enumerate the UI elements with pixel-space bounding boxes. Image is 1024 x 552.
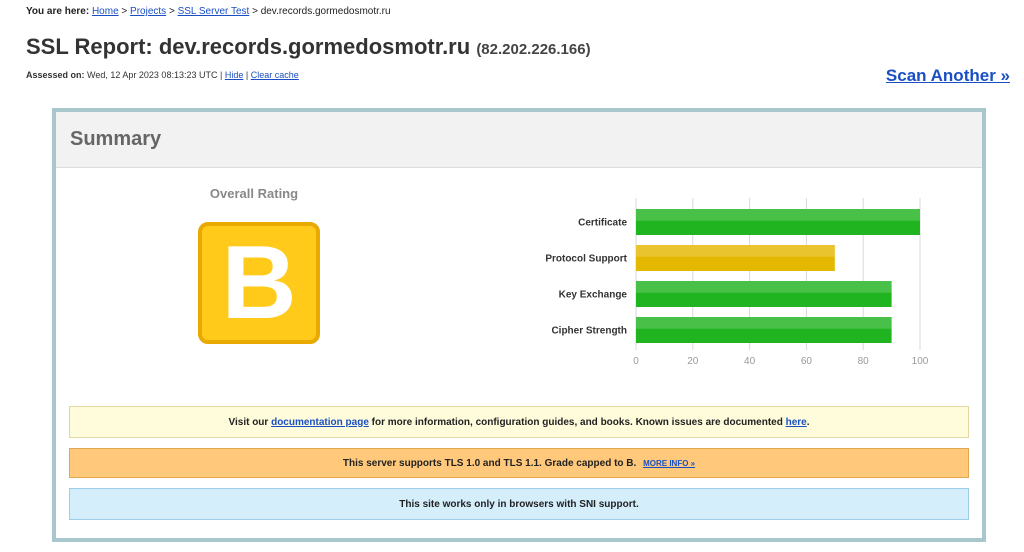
more-info-link[interactable]: MORE INFO » xyxy=(643,459,695,468)
overall-rating-label: Overall Rating xyxy=(209,186,299,201)
rating-bar-chart: 0 20 40 60 80 100 Certificate Protocol Support K… xyxy=(545,198,929,367)
breadcrumb: You are here: Home > Projects > SSL Serv… xyxy=(26,6,391,17)
chart-tick-label: 80 xyxy=(858,356,870,367)
breadcrumb-separator: > xyxy=(168,6,175,17)
tls-notice-text: This server supports TLS 1.0 and TLS 1.1… xyxy=(342,457,637,469)
documentation-notice: Visit our documentation page for more in… xyxy=(69,406,969,438)
grade-badge: B xyxy=(198,222,320,344)
sni-notice: This site works only in browsers with SN… xyxy=(69,488,969,520)
chart-bar-highlight xyxy=(636,317,892,329)
chart-tick-label: 60 xyxy=(801,356,813,367)
chart-bar-highlight xyxy=(636,245,835,257)
summary-panel: Summary Overall Rating B 0 20 40 60 80 100 Cer… xyxy=(52,108,986,542)
clear-cache-link[interactable]: Clear cache xyxy=(251,70,299,80)
chart-bar-highlight xyxy=(636,281,892,293)
breadcrumb-lead: You are here: xyxy=(26,6,90,17)
breadcrumb-current: dev.records.gormedosmotr.ru xyxy=(260,6,391,17)
chart-category-label: Cipher Strength xyxy=(551,326,627,337)
summary-heading: Summary xyxy=(56,112,982,168)
breadcrumb-projects-link[interactable]: Projects xyxy=(130,6,166,17)
chart-category-label: Key Exchange xyxy=(559,290,628,301)
page-title: SSL Report: dev.records.gormedosmotr.ru … xyxy=(26,34,591,60)
known-issues-link[interactable]: here xyxy=(786,417,807,428)
chart-tick-label: 20 xyxy=(687,356,699,367)
doc-notice-text: Visit our xyxy=(228,416,269,428)
chart-tick-label: 40 xyxy=(744,356,756,367)
assessed-pipe: | xyxy=(219,70,223,80)
sni-notice-text: This site works only in browsers with SN… xyxy=(399,498,639,510)
title-ip: (82.202.226.166) xyxy=(476,41,591,58)
assessed-label: Assessed on: xyxy=(26,70,85,80)
assessed-line: Assessed on: Wed, 12 Apr 2023 08:13:23 U… xyxy=(26,70,299,80)
breadcrumb-home-link[interactable]: Home xyxy=(92,6,119,17)
breadcrumb-separator: > xyxy=(252,6,258,17)
chart-category-label: Protocol Support xyxy=(545,254,627,265)
summary-body: Overall Rating B 0 20 40 60 80 100 Certificate… xyxy=(56,168,982,538)
chart-bar-highlight xyxy=(636,209,920,221)
title-prefix: SSL Report: xyxy=(26,34,153,59)
documentation-page-link[interactable]: documentation page xyxy=(271,417,369,428)
chart-tick-label: 100 xyxy=(912,356,929,367)
assessed-value: Wed, 12 Apr 2023 08:13:23 UTC xyxy=(87,70,218,80)
title-host: dev.records.gormedosmotr.ru xyxy=(158,34,471,59)
chart-tick-label: 0 xyxy=(633,356,639,367)
breadcrumb-ssl-server-test-link[interactable]: SSL Server Test xyxy=(178,6,250,17)
chart-category-label: Certificate xyxy=(578,218,627,229)
assessed-pipe: | xyxy=(245,70,249,80)
scan-another-link[interactable]: Scan Another » xyxy=(886,66,1010,86)
tls-warning-notice: This server supports TLS 1.0 and TLS 1.1… xyxy=(69,448,969,478)
hide-link[interactable]: Hide xyxy=(225,70,244,80)
doc-notice-text: for more information, configuration guid… xyxy=(371,416,783,428)
breadcrumb-separator: > xyxy=(121,6,128,17)
doc-notice-period: . xyxy=(806,416,810,428)
